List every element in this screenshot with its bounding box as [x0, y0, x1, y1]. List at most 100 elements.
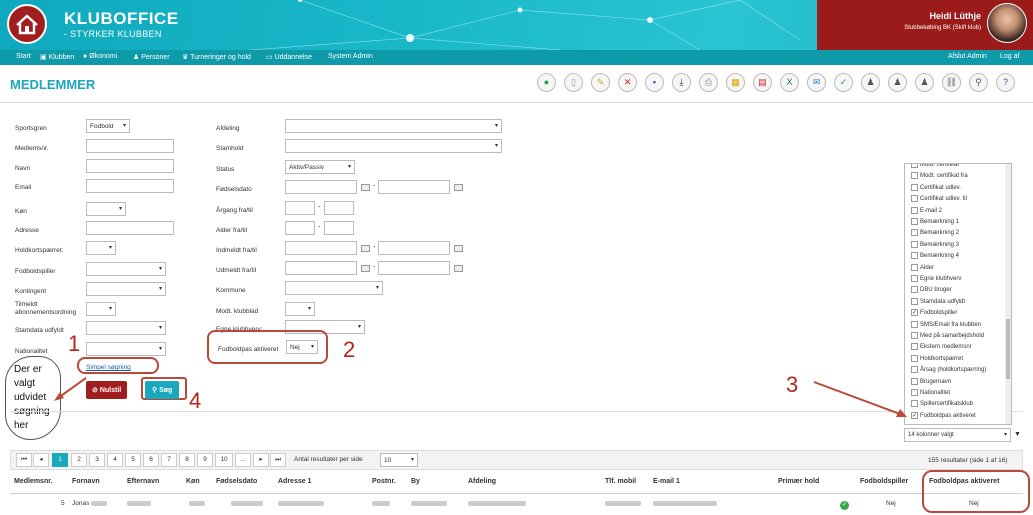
column-option[interactable]: Modt. certifikat	[911, 164, 959, 168]
checkbox-icon[interactable]	[911, 286, 918, 294]
page-7[interactable]: 7	[161, 453, 177, 467]
kommune-select[interactable]	[285, 281, 383, 295]
adresse-input[interactable]	[86, 221, 174, 235]
checkbox-icon[interactable]	[911, 240, 918, 248]
checkbox-checked-icon[interactable]: ✓	[911, 411, 918, 419]
nulstil-button[interactable]: ⊘ Nulstil	[86, 381, 128, 399]
column-option[interactable]: Spillercertifikatsklub	[911, 400, 973, 407]
page-more[interactable]: ...	[235, 453, 251, 467]
column-option[interactable]: E-mail 2	[911, 206, 942, 214]
checkbox-checked-icon[interactable]: ✓	[911, 309, 918, 317]
column-option[interactable]: Brugernavn	[911, 377, 951, 385]
email-input[interactable]	[86, 179, 174, 193]
calendar-icon[interactable]	[361, 265, 370, 272]
column-option[interactable]: Certifikat udlev.	[911, 183, 961, 191]
page-9[interactable]: 9	[197, 453, 213, 467]
column-option[interactable]: Med på samarbejdshold	[911, 332, 984, 339]
calendar-icon[interactable]	[454, 184, 463, 191]
checkbox-icon[interactable]	[911, 195, 918, 203]
navn-input[interactable]	[86, 159, 174, 173]
column-option[interactable]: ✓ Fodboldpas aktiveret	[911, 411, 976, 419]
page-3[interactable]: 3	[89, 453, 105, 467]
holdkort-select[interactable]	[86, 241, 116, 255]
udmeldt-from[interactable]	[285, 261, 357, 275]
fodselsdato-to[interactable]	[378, 180, 450, 194]
argang-to[interactable]	[324, 201, 354, 215]
column-option[interactable]: Nationalitet	[911, 389, 950, 396]
nav-personer[interactable]: ♟ Personer	[133, 53, 170, 61]
medlemsnr-input[interactable]	[86, 139, 174, 153]
abonnement-select[interactable]	[86, 302, 116, 316]
add-icon[interactable]: ●	[537, 73, 556, 92]
nav-uddannelse[interactable]: ▭ Uddannelse	[266, 53, 312, 61]
page-2[interactable]: 2	[71, 453, 87, 467]
th-adresse[interactable]: Adresse 1	[278, 478, 311, 485]
sms-icon[interactable]: ✓	[834, 73, 853, 92]
column-option[interactable]: Stamdata udfyldt	[911, 297, 965, 305]
checkbox-icon[interactable]	[911, 377, 918, 385]
checkbox-icon[interactable]	[911, 164, 918, 168]
filter-icon[interactable]: ▼	[1014, 431, 1021, 438]
simpel-sogning-link[interactable]: Simpel søgning	[86, 364, 131, 371]
checkbox-icon[interactable]	[911, 229, 918, 237]
team-icon[interactable]: ♟	[915, 73, 934, 92]
calendar-icon[interactable]	[361, 184, 370, 191]
th-afdeling[interactable]: Afdeling	[468, 478, 496, 485]
column-option[interactable]: Modt. certifikat fra	[911, 172, 968, 179]
nav-log-af[interactable]: Log af	[1000, 53, 1019, 60]
edit-icon[interactable]: ✎	[591, 73, 610, 92]
column-list-scrollbar[interactable]	[1005, 164, 1011, 424]
afdeling-select[interactable]	[285, 119, 502, 133]
th-fodboldspiller[interactable]: Fodboldspiller	[860, 478, 908, 485]
checkbox-icon[interactable]	[911, 263, 918, 271]
column-option[interactable]: Alder	[911, 263, 934, 271]
nav-afslut-admin[interactable]: Afslut Admin	[948, 53, 987, 60]
pdf-icon[interactable]: ▤	[753, 73, 772, 92]
excel-icon[interactable]: X	[780, 73, 799, 92]
kon-select[interactable]	[86, 202, 126, 216]
column-option[interactable]: Bemærkning 1	[911, 218, 959, 225]
column-option[interactable]: Holdkortspærret	[911, 354, 963, 362]
th-kon[interactable]: Køn	[186, 478, 200, 485]
checkbox-icon[interactable]	[911, 366, 918, 374]
page-5[interactable]: 5	[125, 453, 141, 467]
th-fornavn[interactable]: Fornavn	[72, 478, 100, 485]
nav-klubben[interactable]: ▣ Klubben	[40, 53, 74, 61]
th-fodselsdato[interactable]: Fødselsdato	[216, 478, 257, 485]
indmeldt-to[interactable]	[378, 241, 450, 255]
nav-okonomi[interactable]: ● Økonomi	[83, 53, 117, 60]
th-email[interactable]: E-mail 1	[653, 478, 680, 485]
column-option[interactable]: Bemærkning 4	[911, 252, 959, 259]
nationalitet-select[interactable]	[86, 342, 166, 356]
last-page-button[interactable]: ⏭	[270, 453, 286, 467]
user-club-switch[interactable]: Stubbekøbing BK (Skift klub)	[904, 25, 981, 31]
kontingent-select[interactable]	[86, 282, 166, 296]
column-option[interactable]: Ekstern medlemsnr	[911, 343, 972, 350]
print-icon[interactable]: ⎙	[699, 73, 718, 92]
page-10[interactable]: 10	[215, 453, 233, 467]
column-select[interactable]: 14 kolonner valgt	[904, 428, 1011, 442]
modt-klubblad-select[interactable]	[285, 302, 315, 316]
th-medlemsnr[interactable]: Medlemsnr.	[14, 478, 53, 485]
udmeldt-to[interactable]	[378, 261, 450, 275]
fodboldspiller-select[interactable]	[86, 262, 166, 276]
users-icon[interactable]: ♟	[861, 73, 880, 92]
column-option[interactable]: Egne klubhverv	[911, 275, 961, 282]
kluboffice-logo[interactable]	[7, 4, 47, 44]
checkbox-icon[interactable]	[911, 252, 918, 260]
argang-from[interactable]	[285, 201, 315, 215]
page-8[interactable]: 8	[179, 453, 195, 467]
indmeldt-from[interactable]	[285, 241, 357, 255]
calendar-icon[interactable]	[454, 265, 463, 272]
nav-system-admin[interactable]: System Admin	[328, 53, 373, 60]
column-option[interactable]: Bemærkning 2	[911, 229, 959, 236]
checkbox-icon[interactable]	[911, 183, 918, 191]
per-page-select[interactable]: 10	[380, 453, 418, 467]
prev-page-button[interactable]: ◂	[33, 453, 49, 467]
checkbox-icon[interactable]	[911, 206, 918, 214]
page-6[interactable]: 6	[143, 453, 159, 467]
status-select[interactable]: Aktiv/Passiv	[285, 160, 355, 174]
checkbox-icon[interactable]	[911, 389, 918, 396]
stamhold-select[interactable]	[285, 139, 502, 153]
nav-start[interactable]: Start	[16, 53, 31, 60]
